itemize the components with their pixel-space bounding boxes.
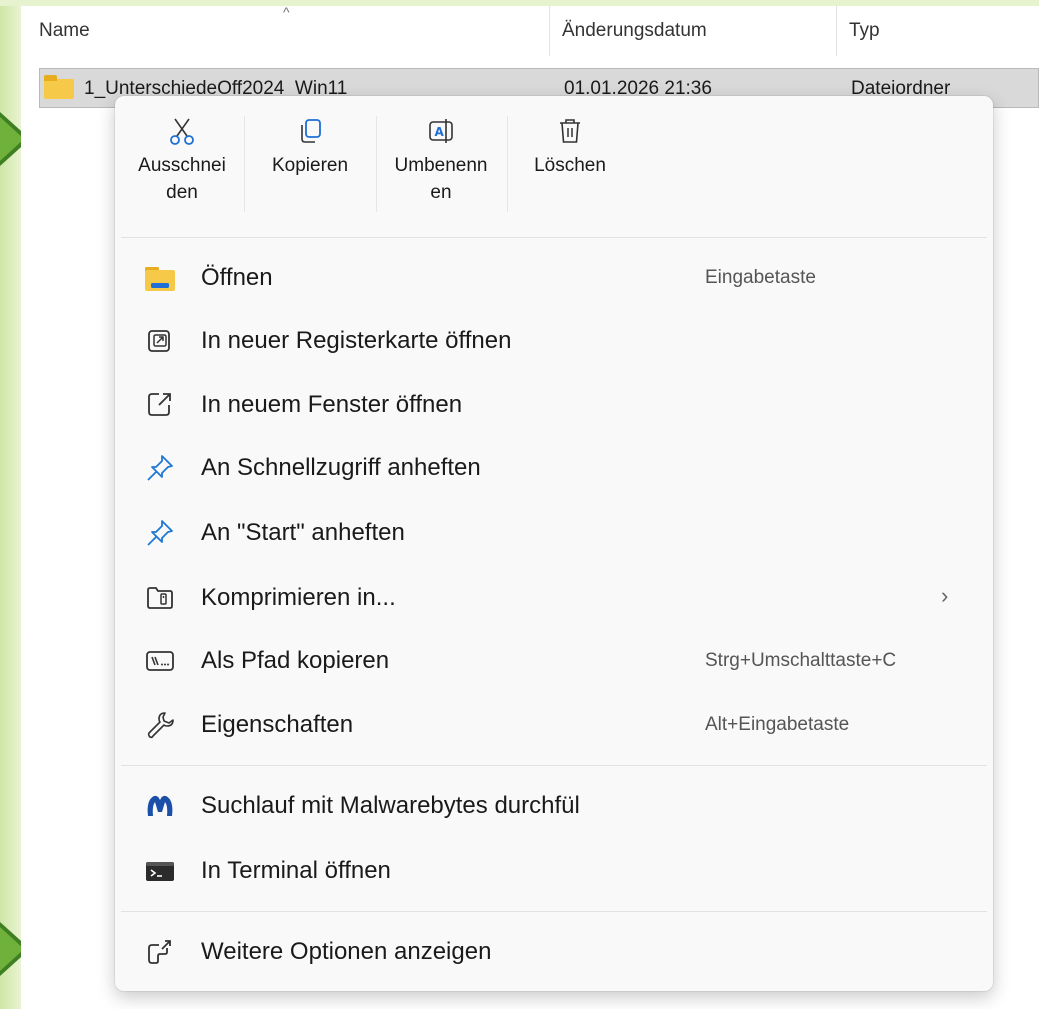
copy-button[interactable]: Kopieren [253,104,367,229]
menu-item-pin-quick-access[interactable]: An Schnellzugriff anheften [115,438,993,498]
pin-icon [147,455,173,481]
column-header-type[interactable]: Typ [849,20,880,42]
new-window-icon [148,393,171,416]
menu-item-copy-path[interactable]: Als Pfad kopieren Strg+Umschalttaste+C [115,631,993,691]
menu-separator [121,765,987,766]
terminal-icon [146,862,174,881]
open-shortcut: Eingabetaste [705,267,816,288]
menu-item-terminal[interactable]: In Terminal öffnen [115,841,993,901]
folder-icon [145,267,175,291]
column-header-name[interactable]: Name [39,20,90,42]
more-options-label: Weitere Optionen anzeigen [201,938,492,965]
rename-label-1: Umbenenn [394,155,488,176]
copy-label: Kopieren [271,155,349,176]
menu-item-open-new-window[interactable]: In neuem Fenster öffnen [115,375,993,435]
quick-separator [244,116,245,212]
menu-item-malwarebytes[interactable]: Suchlauf mit Malwarebytes durchfül [115,776,993,836]
menu-item-open[interactable]: Öffnen Eingabetaste [115,248,993,308]
menu-item-properties[interactable]: Eigenschaften Alt+Eingabetaste [115,695,993,755]
context-menu: Ausschnei den Kopieren A Umbenenn en Lös… [115,96,993,991]
wrench-icon [147,712,174,739]
open-new-window-label: In neuem Fenster öffnen [201,391,463,418]
malwarebytes-label: Suchlauf mit Malwarebytes durchfül [201,792,580,819]
rename-button[interactable]: A Umbenenn en [379,104,503,229]
cut-label-2: den [166,182,198,203]
properties-label: Eigenschaften [201,711,354,738]
rename-label-2: en [430,182,452,203]
cut-button[interactable]: Ausschnei den [123,104,241,229]
menu-item-more-options[interactable]: Weitere Optionen anzeigen [115,922,993,982]
open-new-tab-label: In neuer Registerkarte öffnen [201,327,512,354]
menu-item-open-new-tab[interactable]: In neuer Registerkarte öffnen [115,311,993,371]
pin-icon [147,520,173,546]
menu-separator [121,237,987,238]
chevron-right-icon: › [941,583,949,608]
delete-button[interactable]: Löschen [515,104,625,229]
scissors-icon [170,118,194,145]
copy-icon [301,119,321,143]
sort-caret-icon: ^ [283,4,290,20]
menu-item-pin-start[interactable]: An "Start" anheften [115,503,993,563]
open-label: Öffnen [201,264,273,291]
column-separator[interactable] [549,6,550,56]
terminal-label: In Terminal öffnen [201,857,391,884]
menu-item-compress[interactable]: Komprimieren in... › [115,568,993,628]
menu-separator [121,911,987,912]
svg-text:A: A [435,125,445,139]
column-separator[interactable] [836,6,837,56]
delete-label: Löschen [534,155,606,176]
quick-separator [507,116,508,212]
path-icon [146,651,174,671]
malwarebytes-icon [147,795,173,816]
zip-folder-icon [147,587,173,609]
copy-path-label: Als Pfad kopieren [201,647,390,674]
quick-separator [376,116,377,212]
compress-label: Komprimieren in... [201,584,396,611]
pin-quick-access-label: An Schnellzugriff anheften [201,454,481,481]
rename-icon: A [429,119,453,143]
folder-icon [44,75,74,99]
column-header-date[interactable]: Änderungsdatum [562,20,707,42]
copy-path-shortcut: Strg+Umschalttaste+C [705,650,897,671]
new-tab-icon [148,330,170,352]
more-options-icon [148,940,171,964]
cut-label-1: Ausschnei [138,155,226,176]
trash-icon [560,119,580,143]
quick-actions-bar: Ausschnei den Kopieren A Umbenenn en Lös… [115,96,993,238]
column-header-row: ^ Name Änderungsdatum Typ [21,4,1039,56]
properties-shortcut: Alt+Eingabetaste [705,714,850,735]
pin-start-label: An "Start" anheften [201,519,405,546]
